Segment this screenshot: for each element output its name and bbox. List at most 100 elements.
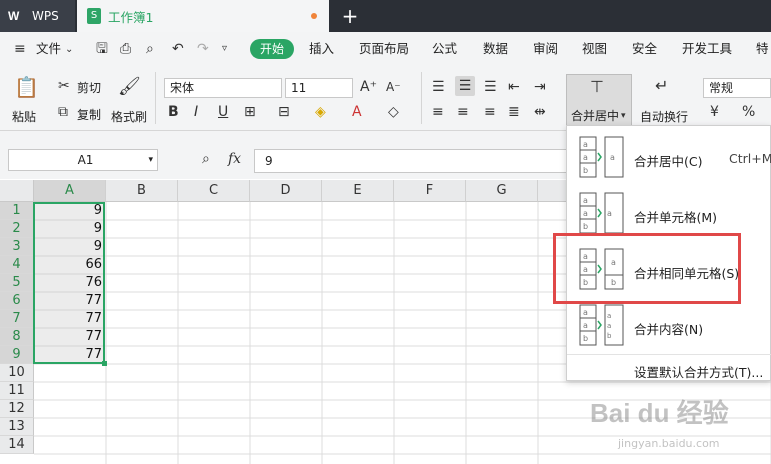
- align-center-icon[interactable]: ≡: [457, 104, 469, 120]
- column-header-a[interactable]: A: [34, 180, 106, 202]
- cell-a6[interactable]: 77: [34, 292, 102, 310]
- tab-security[interactable]: 安全: [632, 32, 657, 66]
- align-bottom-icon[interactable]: ☰: [484, 79, 497, 95]
- tab-data[interactable]: 数据: [483, 32, 508, 66]
- column-header-f[interactable]: F: [394, 180, 466, 202]
- align-right-icon[interactable]: ≡: [484, 104, 496, 120]
- new-tab-button[interactable]: +: [340, 2, 360, 30]
- wrap-text-icon[interactable]: ↵: [655, 78, 668, 94]
- clear-format-icon[interactable]: ◇: [388, 104, 399, 120]
- tab-review[interactable]: 审阅: [533, 32, 558, 66]
- row-header-12[interactable]: 12: [0, 400, 34, 418]
- cell-a2[interactable]: 9: [34, 220, 102, 238]
- redo-icon[interactable]: ↷: [197, 41, 209, 57]
- font-color-icon[interactable]: A: [352, 104, 362, 120]
- distribute-icon[interactable]: ⇹: [534, 104, 546, 120]
- row-header-4[interactable]: 4: [0, 256, 34, 274]
- tab-features[interactable]: 特色: [756, 32, 771, 90]
- row-header-6[interactable]: 6: [0, 292, 34, 310]
- align-left-icon[interactable]: ≡: [432, 104, 444, 120]
- select-all-corner[interactable]: [0, 180, 34, 202]
- align-top-icon[interactable]: ☰: [432, 79, 445, 95]
- menu-item-merge-center[interactable]: aab a 合并居中(C) Ctrl+M: [567, 130, 771, 186]
- fx-icon[interactable]: fx: [228, 151, 241, 167]
- increase-font-icon[interactable]: A⁺: [360, 79, 377, 95]
- cell-a5[interactable]: 76: [34, 274, 102, 292]
- svg-text:b: b: [583, 222, 588, 231]
- border-icon[interactable]: ⊞: [244, 104, 256, 120]
- name-box[interactable]: A1 ▾: [8, 149, 158, 171]
- column-header-g[interactable]: G: [466, 180, 538, 202]
- column-header-e[interactable]: E: [322, 180, 394, 202]
- column-header-b[interactable]: B: [106, 180, 178, 202]
- column-header-d[interactable]: D: [250, 180, 322, 202]
- file-menu[interactable]: 文件: [36, 32, 61, 66]
- row-header-5[interactable]: 5: [0, 274, 34, 292]
- justify-icon[interactable]: ≣: [508, 104, 520, 120]
- hamburger-icon[interactable]: ≡: [14, 41, 26, 57]
- cell-a8[interactable]: 77: [34, 328, 102, 346]
- cell-a3[interactable]: 9: [34, 238, 102, 256]
- wps-home-tab[interactable]: W WPS: [0, 0, 75, 32]
- row-header-8[interactable]: 8: [0, 328, 34, 346]
- font-size-value: 11: [291, 81, 307, 95]
- merge-cells-icon: aab a: [579, 192, 624, 234]
- menu-item-merge-content[interactable]: aab aab 合并内容(N): [567, 298, 771, 354]
- number-format-select[interactable]: 常规: [703, 78, 771, 98]
- indent-increase-icon[interactable]: ⇥: [534, 79, 546, 95]
- column-header-c[interactable]: C: [178, 180, 250, 202]
- zoom-search-icon[interactable]: ⌕: [202, 151, 210, 167]
- spreadsheet-icon: S: [87, 8, 101, 24]
- wrap-text-button[interactable]: 自动换行: [640, 108, 688, 125]
- document-tab-label: 工作簿1: [108, 9, 154, 25]
- tab-insert[interactable]: 插入: [309, 32, 334, 66]
- row-header-11[interactable]: 11: [0, 382, 34, 400]
- row-header-3[interactable]: 3: [0, 238, 34, 256]
- row-header-1[interactable]: 1: [0, 202, 34, 220]
- cell-a9[interactable]: 77: [34, 346, 102, 364]
- ribbon-divider: [155, 72, 156, 124]
- row-header-9[interactable]: 9: [0, 346, 34, 364]
- row-header-7[interactable]: 7: [0, 310, 34, 328]
- font-size-select[interactable]: 11: [285, 78, 353, 98]
- tab-formulas[interactable]: 公式: [432, 32, 457, 66]
- cut-button[interactable]: 剪切: [77, 79, 101, 96]
- paste-button[interactable]: 粘贴: [12, 108, 36, 125]
- menu-label: 合并居中(C): [634, 154, 703, 169]
- copy-button[interactable]: 复制: [77, 106, 101, 123]
- indent-decrease-icon[interactable]: ⇤: [508, 79, 520, 95]
- print-icon[interactable]: ⎙: [120, 41, 131, 57]
- row-header-2[interactable]: 2: [0, 220, 34, 238]
- print-preview-icon[interactable]: ⌕: [146, 41, 154, 57]
- row-header-13[interactable]: 13: [0, 418, 34, 436]
- underline-icon[interactable]: U: [218, 104, 228, 120]
- cell-a7[interactable]: 77: [34, 310, 102, 328]
- bold-icon[interactable]: B: [168, 104, 179, 120]
- save-icon[interactable]: 🖫: [96, 41, 108, 57]
- document-tab[interactable]: S 工作簿1: [77, 0, 329, 32]
- percent-icon[interactable]: %: [742, 104, 755, 120]
- format-painter-button[interactable]: 格式刷: [111, 108, 147, 125]
- undo-icon[interactable]: ↶: [172, 41, 184, 57]
- align-middle-icon[interactable]: ☰: [455, 76, 475, 96]
- currency-icon[interactable]: ¥: [710, 104, 719, 120]
- fill-handle[interactable]: [102, 361, 107, 366]
- highlight-icon[interactable]: ◈: [315, 104, 326, 120]
- tab-page-layout[interactable]: 页面布局: [359, 32, 409, 66]
- italic-icon[interactable]: I: [194, 104, 198, 120]
- decrease-font-icon[interactable]: A⁻: [386, 79, 401, 95]
- tab-view[interactable]: 视图: [582, 32, 607, 66]
- chevron-down-icon[interactable]: ⌄: [65, 42, 73, 58]
- menu-item-default-merge-setting[interactable]: 设置默认合并方式(T)...: [634, 362, 763, 381]
- paste-icon[interactable]: 📋: [14, 76, 39, 98]
- row-header-10[interactable]: 10: [0, 364, 34, 382]
- row-header-14[interactable]: 14: [0, 436, 34, 454]
- merge-center-button[interactable]: ⊤ 合并居中 ▾: [566, 74, 632, 126]
- customize-icon[interactable]: ▿: [222, 41, 227, 57]
- cell-a4[interactable]: 66: [34, 256, 102, 274]
- font-name-select[interactable]: 宋体: [164, 78, 282, 98]
- tab-start[interactable]: 开始: [250, 39, 294, 59]
- tab-developer[interactable]: 开发工具: [682, 32, 732, 66]
- fill-color-icon[interactable]: ⊟: [278, 104, 290, 120]
- cell-a1[interactable]: 9: [34, 202, 102, 220]
